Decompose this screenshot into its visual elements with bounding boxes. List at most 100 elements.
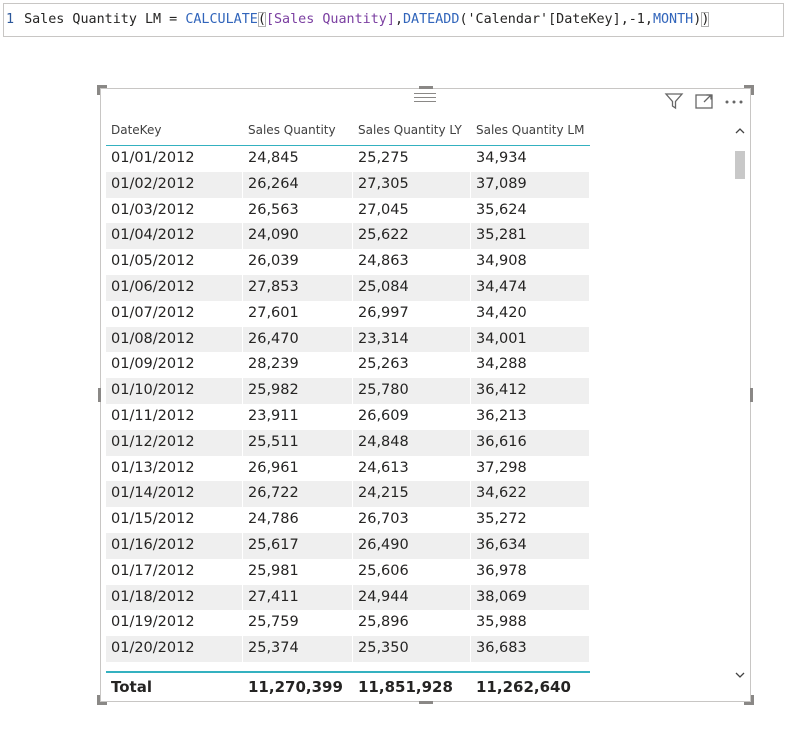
- table-row[interactable]: 01/02/2012 26,264 27,305 37,089: [106, 171, 590, 198]
- cell-sales-quantity: 27,601: [243, 300, 353, 327]
- column-header-sales-quantity-lm[interactable]: Sales Quantity LM: [471, 117, 590, 145]
- cell-datekey: 01/12/2012: [106, 429, 243, 456]
- cell-sales-quantity-ly: 26,997: [353, 300, 471, 327]
- resize-handle-top-left[interactable]: [97, 85, 107, 95]
- cell-datekey: 01/18/2012: [106, 584, 243, 611]
- table-row[interactable]: 01/03/2012 26,563 27,045 35,624: [106, 197, 590, 224]
- cell-sales-quantity: 26,264: [243, 171, 353, 198]
- cell-sales-quantity-ly: 25,622: [353, 223, 471, 250]
- cell-datekey: 01/08/2012: [106, 326, 243, 353]
- cell-sales-quantity-lm: 37,089: [471, 171, 590, 198]
- cell-datekey: 01/01/2012: [106, 146, 243, 172]
- table-row[interactable]: 01/14/2012 26,722 24,215 34,622: [106, 481, 590, 508]
- total-sales-quantity-lm: 11,262,640: [476, 678, 571, 696]
- total-sales-quantity-ly: 11,851,928: [358, 678, 453, 696]
- cell-sales-quantity: 27,411: [243, 584, 353, 611]
- table-row[interactable]: 01/01/2012 24,845 25,275 34,934: [106, 146, 590, 172]
- cell-sales-quantity-lm: 36,213: [471, 403, 590, 430]
- table-row[interactable]: 01/06/2012 27,853 25,084 34,474: [106, 274, 590, 301]
- column-header-sales-quantity[interactable]: Sales Quantity: [243, 117, 353, 145]
- total-label: Total: [111, 678, 152, 696]
- cell-datekey: 01/14/2012: [106, 481, 243, 508]
- cell-sales-quantity-ly: 25,084: [353, 274, 471, 301]
- cell-sales-quantity-ly: 25,780: [353, 378, 471, 404]
- table-body: 01/01/2012 24,845 25,275 34,934 01/02/2012 26…: [106, 146, 590, 662]
- cell-sales-quantity: 25,511: [243, 429, 353, 456]
- cell-datekey: 01/16/2012: [106, 532, 243, 559]
- cell-datekey: 01/03/2012: [106, 197, 243, 224]
- table-row[interactable]: 01/08/2012 26,470 23,314 34,001: [106, 326, 590, 353]
- total-sales-quantity: 11,270,399: [248, 678, 343, 696]
- cell-sales-quantity: 24,845: [243, 146, 353, 172]
- cell-sales-quantity-lm: 36,683: [471, 636, 590, 662]
- table-row[interactable]: 01/13/2012 26,961 24,613 37,298: [106, 455, 590, 482]
- resize-handle-right[interactable]: [750, 388, 753, 402]
- close-paren: ): [701, 12, 710, 27]
- keyword-month: MONTH: [652, 12, 694, 27]
- cell-sales-quantity: 27,853: [243, 274, 353, 301]
- cell-sales-quantity-ly: 23,314: [353, 326, 471, 353]
- comma: ,: [394, 12, 403, 27]
- resize-handle-bottom[interactable]: [419, 701, 433, 704]
- cell-sales-quantity: 25,981: [243, 558, 353, 585]
- resize-handle-bottom-right[interactable]: [744, 695, 754, 705]
- cell-datekey: 01/02/2012: [106, 171, 243, 198]
- cell-datekey: 01/04/2012: [106, 223, 243, 250]
- table-row[interactable]: 01/07/2012 27,601 26,997 34,420: [106, 300, 590, 327]
- cell-datekey: 01/06/2012: [106, 274, 243, 301]
- scroll-up-icon[interactable]: [733, 125, 747, 137]
- column-header-sales-quantity-ly[interactable]: Sales Quantity LY: [353, 117, 471, 145]
- resize-handle-left[interactable]: [98, 388, 101, 402]
- table-row[interactable]: 01/19/2012 25,759 25,896 35,988: [106, 610, 590, 637]
- cell-sales-quantity-ly: 24,848: [353, 429, 471, 456]
- more-options-icon[interactable]: [724, 92, 744, 110]
- cell-datekey: 01/10/2012: [106, 378, 243, 404]
- filter-icon[interactable]: [664, 92, 684, 110]
- drag-grip-icon[interactable]: [414, 93, 436, 103]
- table-visual[interactable]: DateKey Sales Quantity Sales Quantity LY…: [97, 85, 754, 705]
- open-paren-2: (: [459, 12, 468, 27]
- table-row[interactable]: 01/09/2012 28,239 25,263 34,288: [106, 352, 590, 379]
- table-row[interactable]: 01/10/2012 25,982 25,780 36,412: [106, 378, 590, 404]
- cell-sales-quantity-ly: 25,896: [353, 610, 471, 637]
- arguments: ,-1,: [620, 12, 653, 27]
- table-row[interactable]: 01/15/2012 24,786 26,703 35,272: [106, 507, 590, 533]
- cell-sales-quantity: 25,617: [243, 532, 353, 559]
- table-row[interactable]: 01/05/2012 26,039 24,863 34,908: [106, 249, 590, 275]
- formula-bar[interactable]: 1 Sales Quantity LM = CALCULATE([Sales Qu…: [3, 3, 784, 37]
- visual-header-toolbar: [664, 91, 744, 111]
- focus-mode-icon[interactable]: [694, 92, 714, 110]
- cell-sales-quantity-ly: 25,263: [353, 352, 471, 379]
- vertical-scrollbar[interactable]: [733, 125, 747, 681]
- cell-sales-quantity-lm: 36,634: [471, 532, 590, 559]
- scroll-thumb[interactable]: [735, 151, 745, 179]
- cell-sales-quantity-ly: 24,863: [353, 249, 471, 275]
- cell-sales-quantity-lm: 34,420: [471, 300, 590, 327]
- cell-sales-quantity-ly: 25,350: [353, 636, 471, 662]
- resize-handle-top[interactable]: [419, 86, 433, 89]
- cell-sales-quantity-lm: 34,001: [471, 326, 590, 353]
- cell-sales-quantity-ly: 26,609: [353, 403, 471, 430]
- cell-sales-quantity-lm: 34,934: [471, 146, 590, 172]
- table-row[interactable]: 01/04/2012 24,090 25,622 35,281: [106, 223, 590, 250]
- cell-datekey: 01/15/2012: [106, 507, 243, 533]
- cell-sales-quantity-lm: 37,298: [471, 455, 590, 482]
- cell-sales-quantity: 26,470: [243, 326, 353, 353]
- cell-sales-quantity-lm: 35,281: [471, 223, 590, 250]
- table-row[interactable]: 01/18/2012 27,411 24,944 38,069: [106, 584, 590, 611]
- table-row[interactable]: 01/17/2012 25,981 25,606 36,978: [106, 558, 590, 585]
- table-header-row: DateKey Sales Quantity Sales Quantity LY…: [106, 117, 590, 146]
- cell-sales-quantity-ly: 25,275: [353, 146, 471, 172]
- table-row[interactable]: 01/16/2012 25,617 26,490 36,634: [106, 532, 590, 559]
- cell-sales-quantity: 28,239: [243, 352, 353, 379]
- cell-sales-quantity-lm: 38,069: [471, 584, 590, 611]
- cell-sales-quantity-ly: 26,703: [353, 507, 471, 533]
- scroll-down-icon[interactable]: [733, 669, 747, 681]
- total-row: Total 11,270,399 11,851,928 11,262,640: [106, 671, 590, 701]
- table-row[interactable]: 01/20/2012 25,374 25,350 36,683: [106, 636, 590, 662]
- table-row[interactable]: 01/11/2012 23,911 26,609 36,213: [106, 403, 590, 430]
- resize-handle-top-right[interactable]: [744, 85, 754, 95]
- cell-datekey: 01/07/2012: [106, 300, 243, 327]
- table-row[interactable]: 01/12/2012 25,511 24,848 36,616: [106, 429, 590, 456]
- column-header-datekey[interactable]: DateKey: [106, 117, 243, 145]
